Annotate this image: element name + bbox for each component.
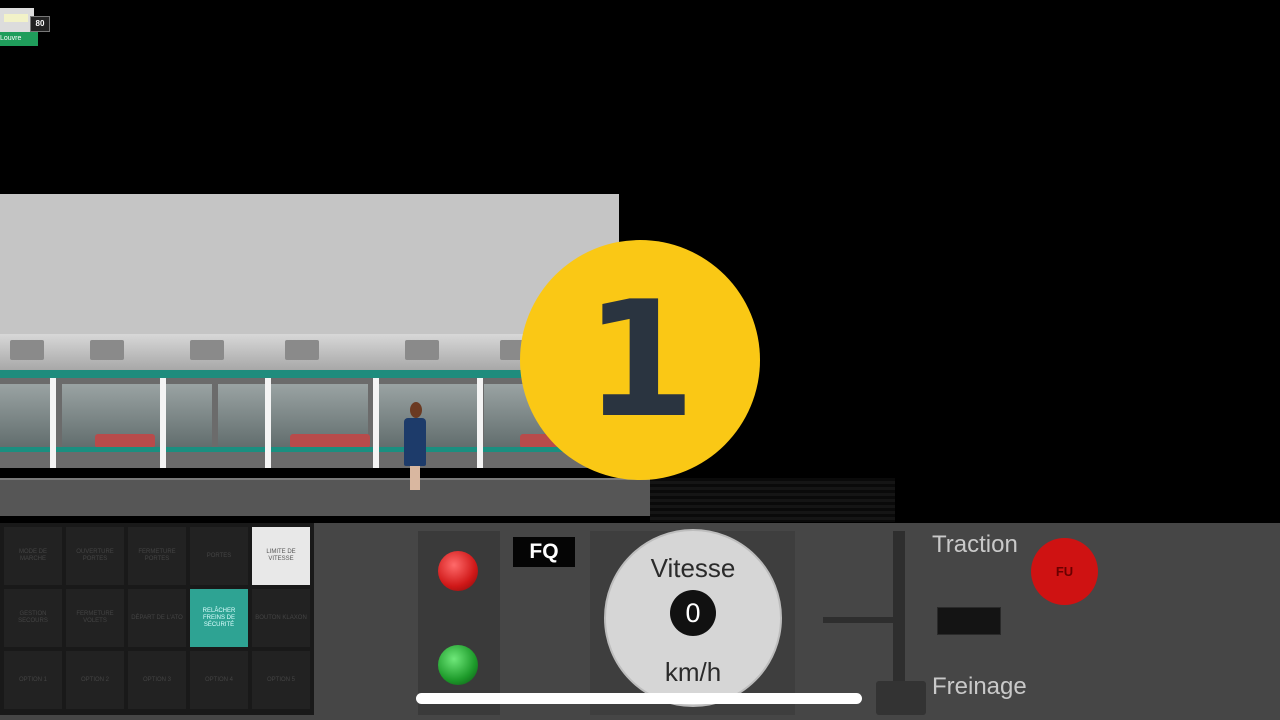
control-button[interactable]: Départ de l'ATO: [128, 589, 186, 647]
step-number: 1: [584, 266, 696, 453]
step-number-badge: 1: [520, 240, 760, 480]
emergency-brake-button[interactable]: FU: [1031, 538, 1098, 605]
control-button[interactable]: Option 2: [66, 651, 124, 709]
speed-title: Vitesse: [650, 553, 736, 583]
track-tunnel: [650, 478, 895, 522]
speed-signal: 80 Louvre: [0, 0, 50, 50]
control-button[interactable]: Option 1: [4, 651, 62, 709]
cab-dashboard: Mode de marche Ouverture portes Fermetur…: [0, 523, 1280, 720]
open-doors-button[interactable]: [438, 645, 478, 685]
control-button[interactable]: Option 5: [252, 651, 310, 709]
control-button[interactable]: Ouverture portes: [66, 527, 124, 585]
traction-label: Traction: [932, 531, 1018, 558]
control-button[interactable]: Fermeture volets: [66, 589, 124, 647]
speed-limit-tag: 80: [30, 16, 50, 32]
lever-arm: [823, 617, 899, 623]
control-button[interactable]: Bouton klaxon: [252, 589, 310, 647]
speed-limit-button[interactable]: Limite de vitesse: [252, 527, 310, 585]
door-control-panel: [418, 531, 500, 715]
passenger-figure: [402, 402, 428, 490]
traction-brake-handle[interactable]: [876, 681, 926, 715]
control-button[interactable]: Gestion secours: [4, 589, 62, 647]
close-doors-button[interactable]: [438, 551, 478, 591]
speedometer: Vitesse 0 km/h: [604, 529, 782, 707]
speed-value: 0: [670, 590, 716, 636]
control-button[interactable]: Option 3: [128, 651, 186, 709]
fq-indicator[interactable]: FQ: [513, 537, 575, 567]
control-button[interactable]: Fermeture portes: [128, 527, 186, 585]
traction-brake-rail[interactable]: [893, 531, 905, 701]
control-button[interactable]: Mode de marche: [4, 527, 62, 585]
home-indicator[interactable]: [416, 693, 862, 704]
station-wall: [0, 194, 619, 334]
control-button[interactable]: Portes: [190, 527, 248, 585]
control-button[interactable]: Option 4: [190, 651, 248, 709]
metro-train: [0, 378, 600, 468]
control-button-grid: Mode de marche Ouverture portes Fermetur…: [0, 523, 314, 715]
speed-unit: km/h: [664, 657, 722, 687]
station-name-tag: Louvre: [0, 32, 38, 46]
release-brakes-button[interactable]: Relâcher freins de sécurité: [190, 589, 248, 647]
braking-label: Freinage: [932, 673, 1027, 700]
notch-display: [937, 607, 1001, 635]
platform-floor: [0, 480, 650, 516]
